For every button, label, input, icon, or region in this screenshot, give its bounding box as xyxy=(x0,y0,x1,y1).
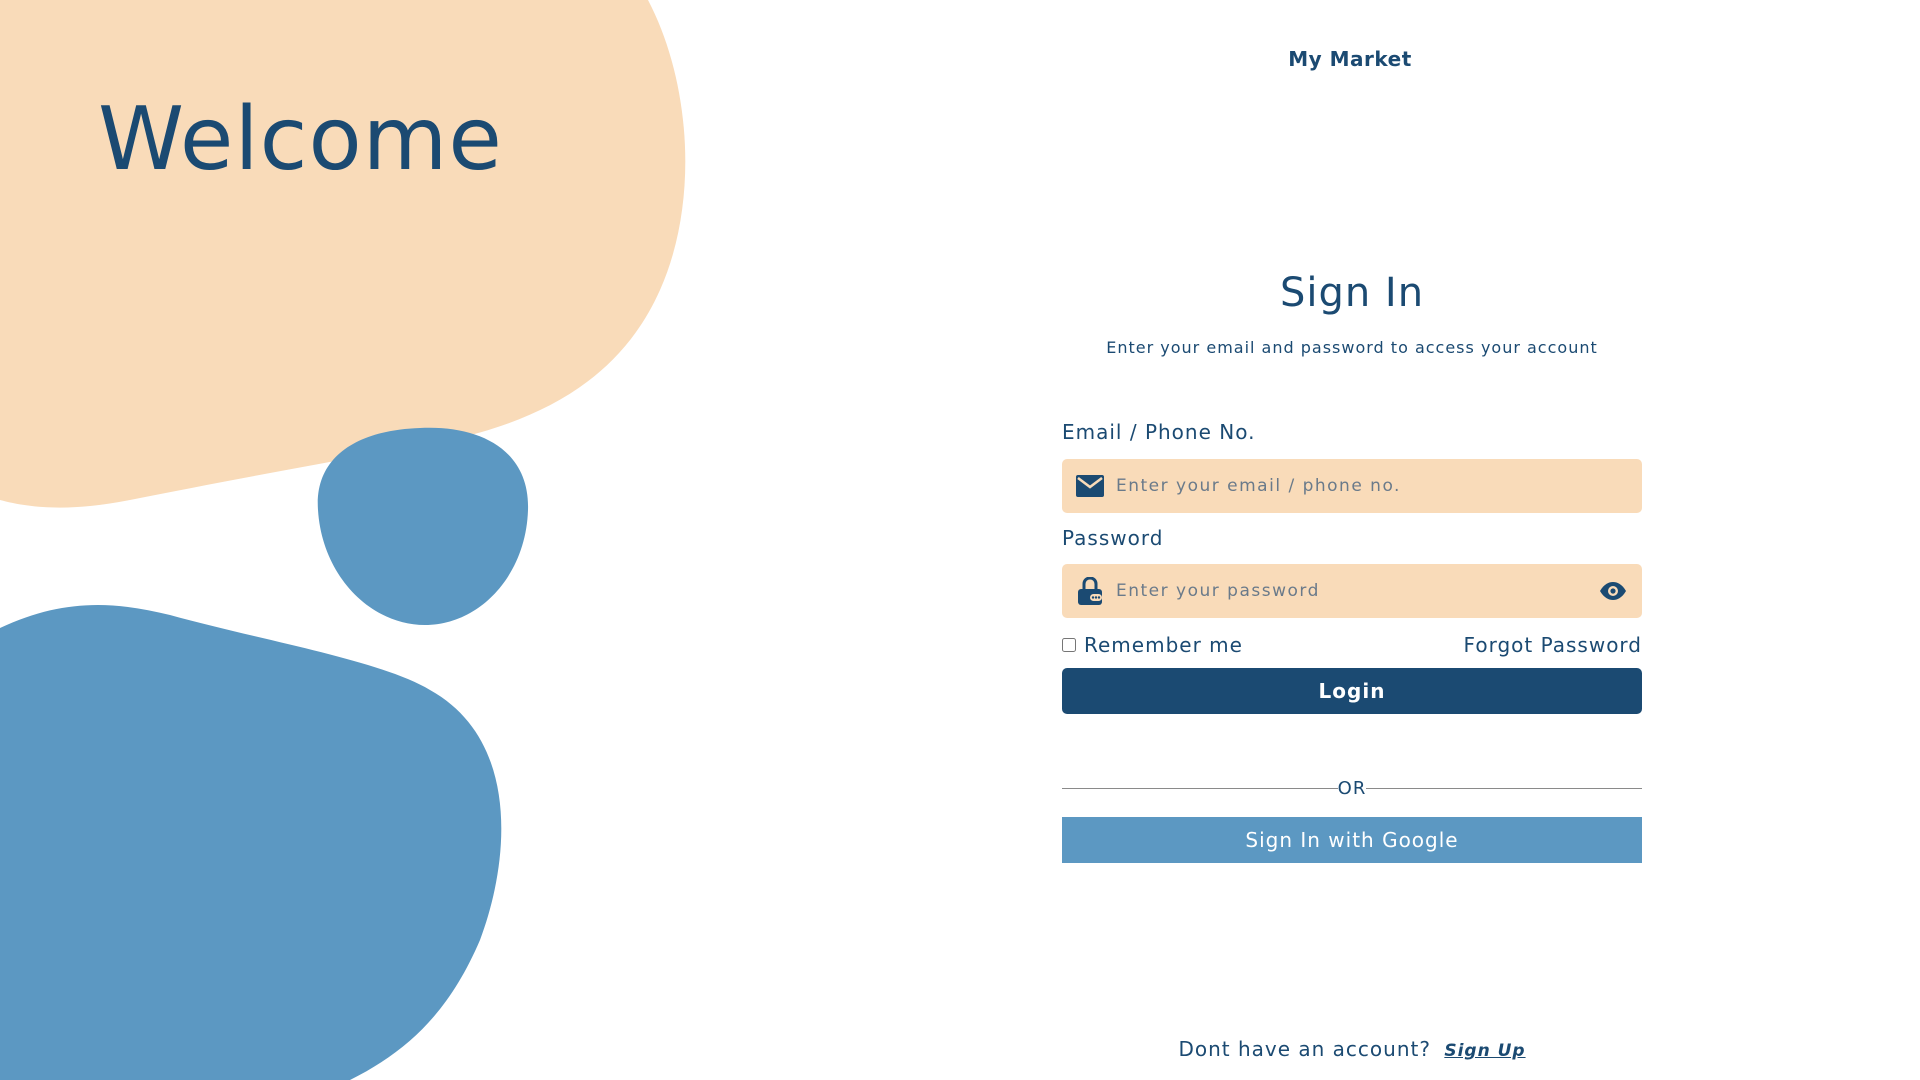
login-options-row: Remember me Forgot Password xyxy=(1062,632,1642,658)
remember-me-label: Remember me xyxy=(1084,633,1243,657)
divider-line-right xyxy=(1366,787,1642,789)
envelope-icon xyxy=(1076,472,1104,500)
signin-subtitle: Enter your email and password to access … xyxy=(1106,338,1598,357)
small-blue-blob xyxy=(317,427,529,625)
email-input[interactable] xyxy=(1116,459,1628,513)
peach-blob xyxy=(0,0,686,508)
large-blue-blob xyxy=(0,605,502,1080)
email-label: Email / Phone No. xyxy=(1062,420,1256,444)
divider-line-left xyxy=(1062,787,1338,789)
signup-prompt-row: Dont have an account? Sign Up xyxy=(1062,1037,1642,1061)
password-label: Password xyxy=(1062,526,1164,550)
brand-name: My Market xyxy=(1288,47,1412,71)
signup-link[interactable]: Sign Up xyxy=(1444,1041,1525,1061)
signup-prompt-text: Dont have an account? xyxy=(1178,1037,1431,1061)
remember-me[interactable]: Remember me xyxy=(1062,633,1243,657)
remember-me-checkbox[interactable] xyxy=(1062,638,1076,652)
eye-icon[interactable] xyxy=(1598,576,1628,606)
password-field-wrapper xyxy=(1062,564,1642,618)
email-field-wrapper xyxy=(1062,459,1642,513)
google-signin-button[interactable]: Sign In with Google xyxy=(1062,817,1642,863)
password-input[interactable] xyxy=(1116,564,1598,618)
signin-panel: Sign In Enter your email and password to… xyxy=(1062,270,1642,863)
lock-icon xyxy=(1076,577,1104,605)
login-page: Welcome My Market Sign In Enter your ema… xyxy=(0,0,1920,1080)
login-button[interactable]: Login xyxy=(1062,668,1642,714)
welcome-heading: Welcome xyxy=(98,88,503,190)
forgot-password-link[interactable]: Forgot Password xyxy=(1464,633,1642,657)
signin-title: Sign In xyxy=(1279,270,1425,316)
or-divider: OR xyxy=(1062,776,1642,800)
divider-or-text: OR xyxy=(1337,777,1367,799)
